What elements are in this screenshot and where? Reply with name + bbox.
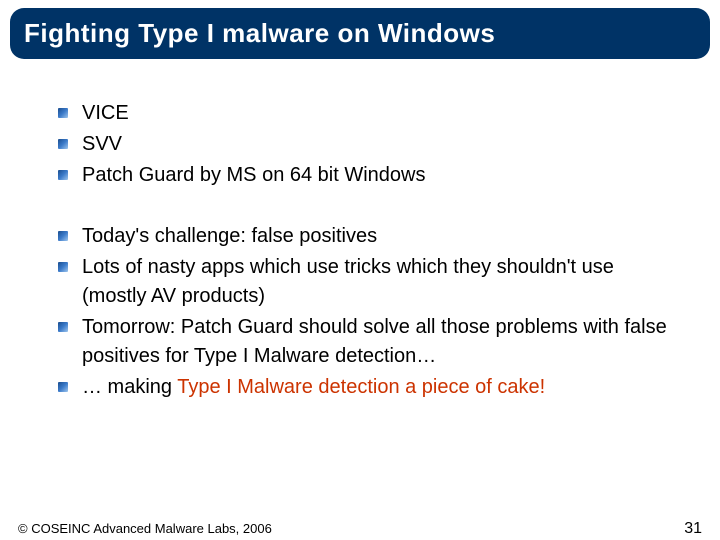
bullet-text: Lots of nasty apps which use tricks whic… — [82, 256, 614, 307]
bullet-text: Today's challenge: false positives — [82, 225, 377, 247]
bullet-text-prefix: … making — [82, 376, 177, 398]
bullet-icon — [58, 322, 68, 332]
list-item: SVV — [58, 130, 680, 159]
bullet-text: Patch Guard by MS on 64 bit Windows — [82, 164, 426, 186]
list-item: Lots of nasty apps which use tricks whic… — [58, 253, 680, 311]
bullet-icon — [58, 262, 68, 272]
list-item: Tomorrow: Patch Guard should solve all t… — [58, 313, 680, 371]
bullet-text: VICE — [82, 102, 129, 124]
list-item: Today's challenge: false positives — [58, 222, 680, 251]
bullet-icon — [58, 231, 68, 241]
list-item: VICE — [58, 99, 680, 128]
bullet-icon — [58, 382, 68, 392]
bullet-text: SVV — [82, 133, 122, 155]
copyright-text: © COSEINC Advanced Malware Labs, 2006 — [18, 521, 272, 536]
slide-footer: © COSEINC Advanced Malware Labs, 2006 31 — [0, 520, 720, 538]
list-item: … making Type I Malware detection a piec… — [58, 373, 680, 402]
bullet-text-highlight: Type I Malware detection a piece of cake… — [177, 376, 545, 398]
bullet-text: Tomorrow: Patch Guard should solve all t… — [82, 316, 667, 367]
bullet-icon — [58, 170, 68, 180]
slide-content: VICE SVV Patch Guard by MS on 64 bit Win… — [0, 59, 720, 402]
list-item: Patch Guard by MS on 64 bit Windows — [58, 161, 680, 190]
bullet-group-1: VICE SVV Patch Guard by MS on 64 bit Win… — [58, 99, 680, 190]
bullet-icon — [58, 139, 68, 149]
bullet-icon — [58, 108, 68, 118]
page-number: 31 — [684, 520, 702, 538]
slide-title: Fighting Type I malware on Windows — [10, 8, 710, 59]
bullet-group-2: Today's challenge: false positives Lots … — [58, 222, 680, 402]
